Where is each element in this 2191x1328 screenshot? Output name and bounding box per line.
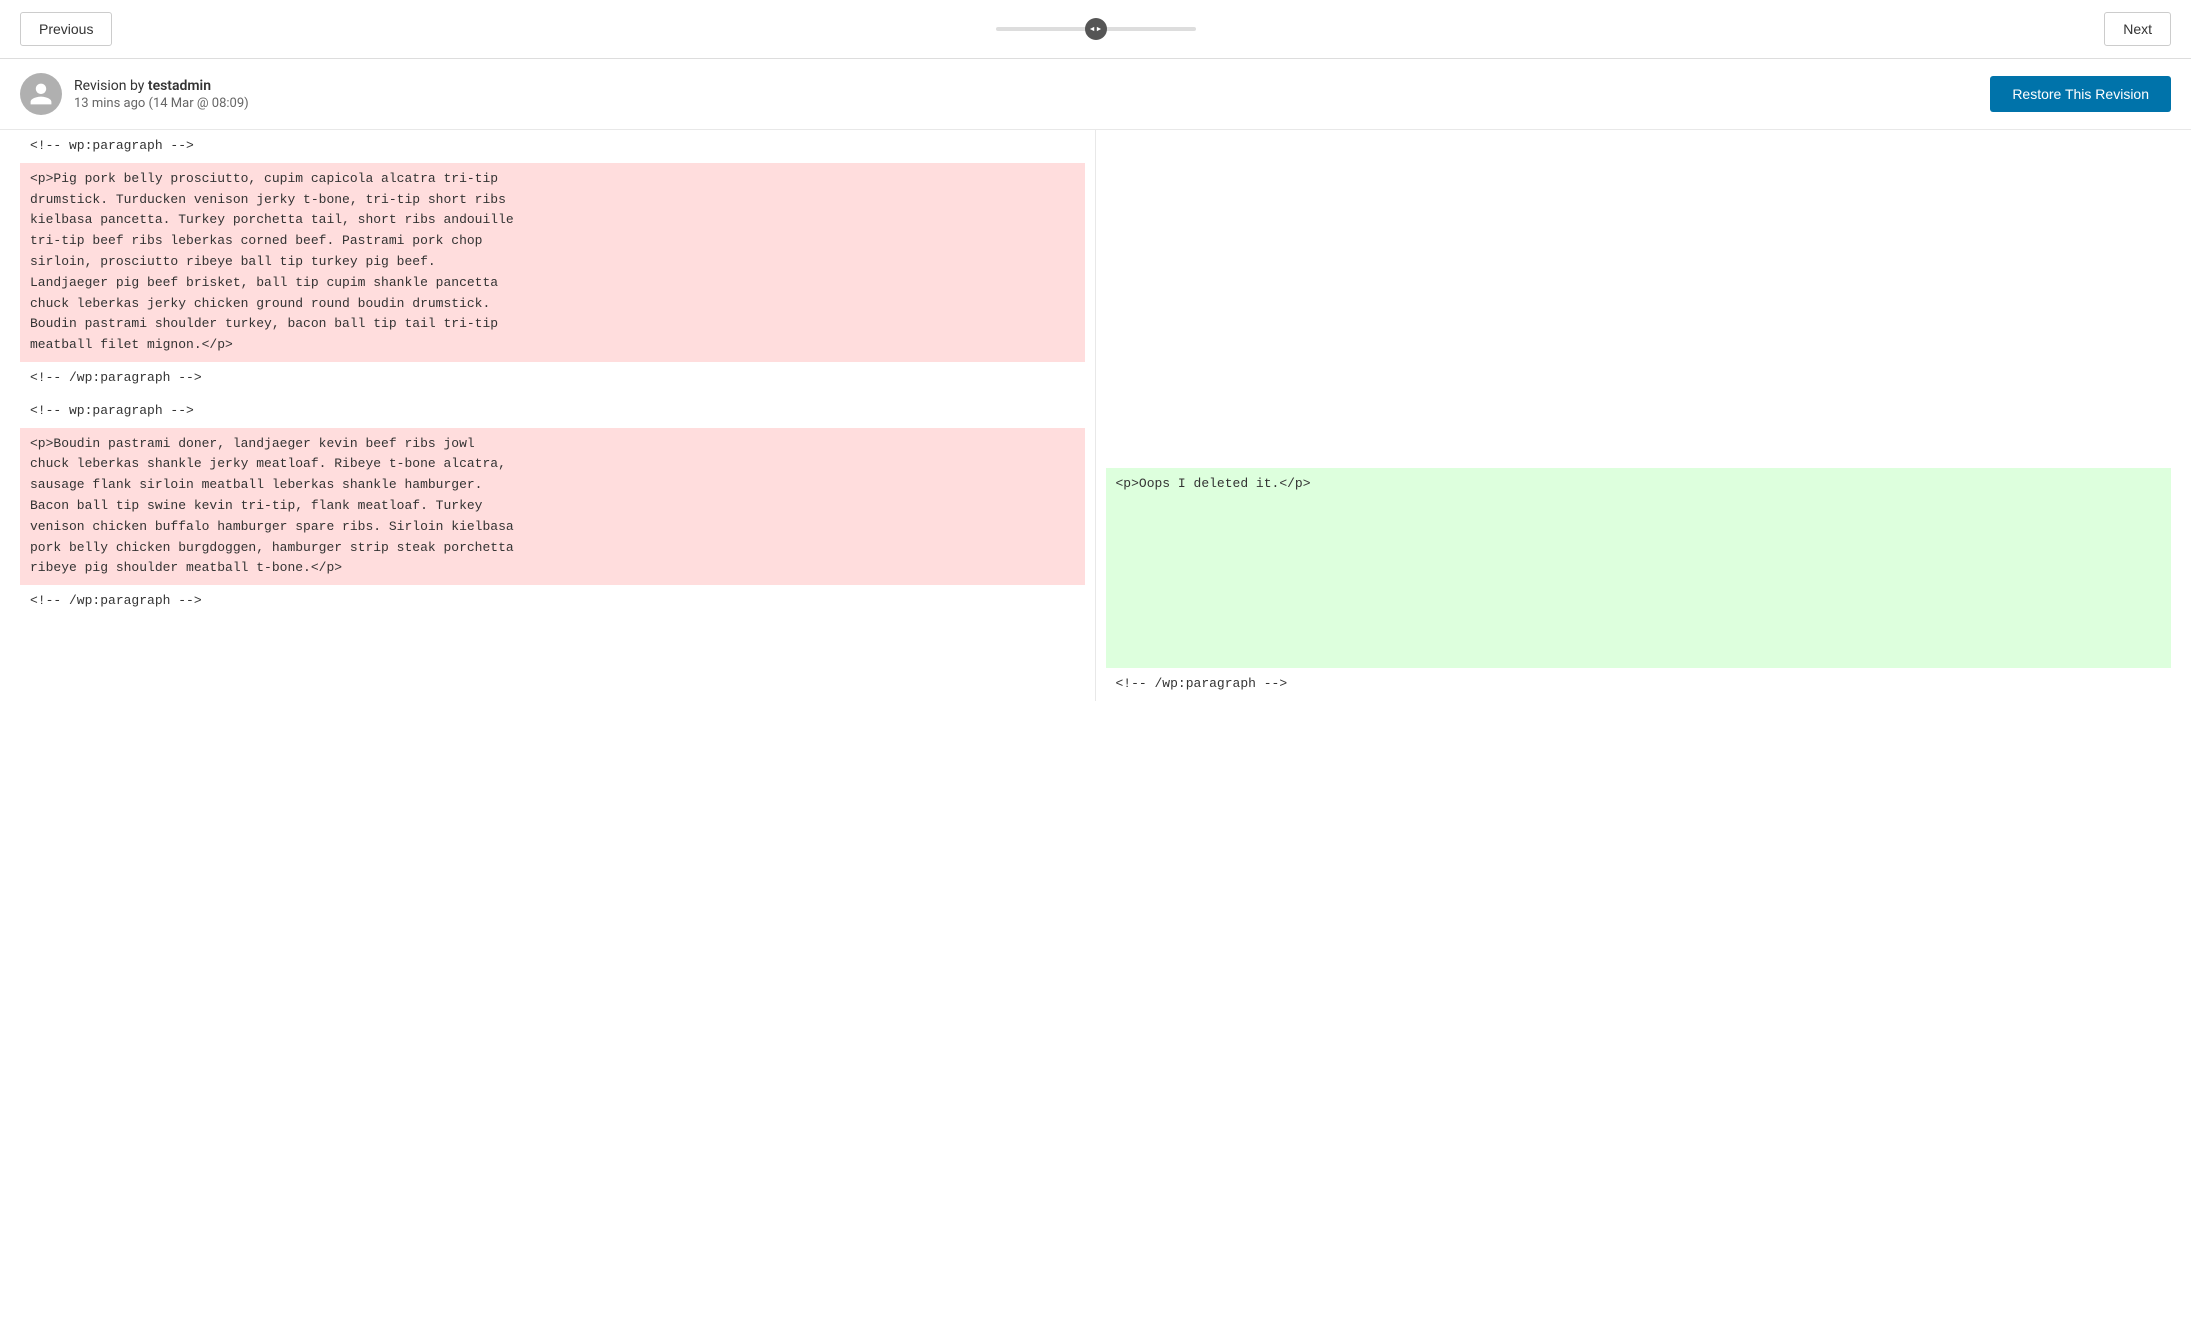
diff-right-spacer-close-1 [1106, 403, 2172, 436]
page-wrapper: Previous Next Revision by testadmin [0, 0, 2191, 1328]
revision-slider-container [996, 27, 1196, 31]
user-icon [28, 81, 54, 107]
diff-right-spacer-removed-1 [1106, 163, 2172, 403]
diff-line-comment-wp-paragraph-close-1: <!-- /wp:paragraph --> [20, 362, 1085, 395]
diff-columns: <!-- wp:paragraph --> <p>Pig pork belly … [20, 130, 2171, 701]
previous-button[interactable]: Previous [20, 12, 112, 46]
revision-text: Revision by testadmin 13 mins ago (14 Ma… [74, 78, 249, 111]
diff-right-column: <p>Oops I deleted it.</p> <!-- /wp:parag… [1096, 130, 2172, 701]
diff-line-comment-wp-paragraph-close-2: <!-- /wp:paragraph --> [20, 585, 1085, 618]
top-nav: Previous Next [0, 0, 2191, 59]
slider-thumb[interactable] [1085, 18, 1107, 40]
revision-by: Revision by testadmin [74, 78, 249, 94]
diff-line-comment-wp-paragraph-top: <!-- wp:paragraph --> [20, 130, 1085, 163]
diff-container: <!-- wp:paragraph --> <p>Pig pork belly … [0, 130, 2191, 731]
next-button[interactable]: Next [2104, 12, 2171, 46]
revision-info: Revision by testadmin 13 mins ago (14 Ma… [20, 73, 249, 115]
diff-line-added-paragraph: <p>Oops I deleted it.</p> [1106, 468, 2172, 668]
diff-line-removed-paragraph-1: <p>Pig pork belly prosciutto, cupim capi… [20, 163, 1085, 362]
diff-right-spacer-comment-2 [1106, 436, 2172, 469]
avatar [20, 73, 62, 115]
revision-time: 13 mins ago (14 Mar @ 08:09) [74, 96, 249, 111]
diff-line-removed-paragraph-2: <p>Boudin pastrami doner, landjaeger kev… [20, 428, 1085, 586]
slider-track [996, 27, 1196, 31]
restore-revision-button[interactable]: Restore This Revision [1990, 76, 2171, 112]
diff-right-spacer-comment-1 [1106, 130, 2172, 163]
revision-header: Revision by testadmin 13 mins ago (14 Ma… [0, 59, 2191, 130]
revision-by-prefix: Revision by [74, 78, 148, 94]
revision-author: testadmin [148, 78, 211, 94]
diff-right-comment-close: <!-- /wp:paragraph --> [1106, 668, 2172, 701]
diff-line-comment-wp-paragraph-2: <!-- wp:paragraph --> [20, 395, 1085, 428]
avatar-icon [20, 73, 62, 115]
diff-left-column: <!-- wp:paragraph --> <p>Pig pork belly … [20, 130, 1096, 701]
